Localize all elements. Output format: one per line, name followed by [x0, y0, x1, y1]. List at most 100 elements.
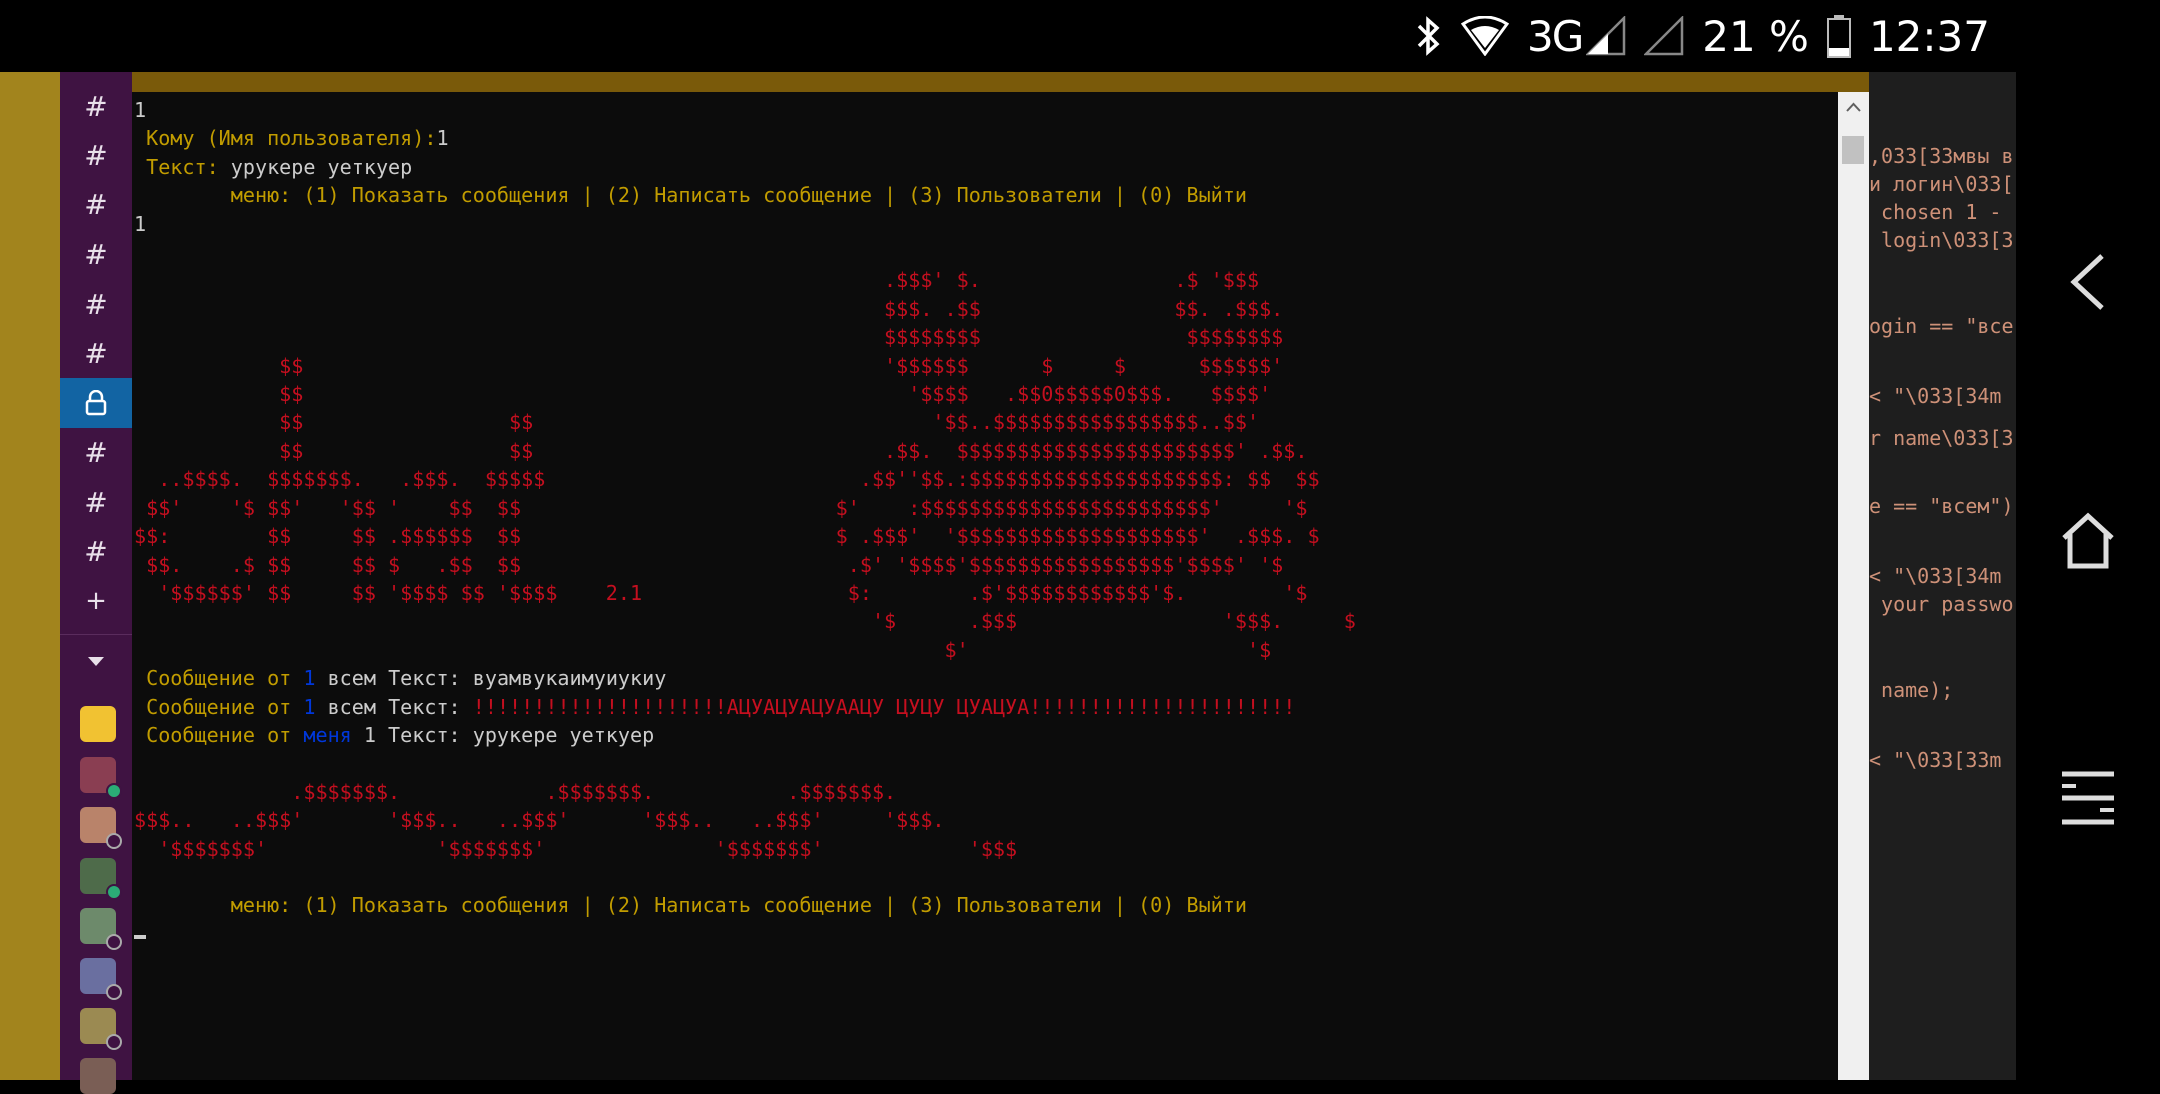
console-line: .$$$' $. .$ '$$$	[134, 266, 1834, 294]
battery-icon	[1826, 14, 1851, 58]
channel-hash-icon: #	[84, 486, 108, 519]
slack-sidebar: # # # # # # # # # +	[60, 72, 132, 1094]
console-text-segment: $$ $$ .$$. $$$$$$$$$$$$$$$$$$$$$$$' .$$.	[134, 438, 1308, 463]
channel-hash-icon: #	[84, 288, 108, 321]
channel-item[interactable]: #	[60, 282, 132, 328]
code-line: ogin == "все	[1869, 314, 2014, 338]
console-line: 1	[134, 96, 1834, 124]
scroll-up-arrow-icon[interactable]	[1838, 96, 1869, 120]
channel-hash-icon: #	[84, 337, 108, 370]
user-avatar[interactable]	[80, 1058, 116, 1094]
status-bar-icons: 3G 21 % 12:37	[1415, 0, 1990, 72]
console-line: $$ $$ '$$..$$$$$$$$$$$$$$$$$..$$'	[134, 408, 1834, 436]
console-line: $' '$	[134, 636, 1834, 664]
channel-item[interactable]: #	[60, 529, 132, 575]
console-line: Кому (Имя пользователя):1	[134, 124, 1834, 152]
channel-hash-icon: #	[84, 139, 108, 172]
console-line: $$ '$$$$ .$$0$$$$$0$$$. $$$$'	[134, 380, 1834, 408]
console-text-segment: $$. .$ $$ $$ $ .$$ $$ .$' '$$$$'$$$$$$$$…	[134, 552, 1284, 577]
console-text-segment: !!!!!!!!!!!!!!!!!!!!!АЦУАЦУАЦУААЦУ ЦУЦУ …	[472, 694, 1296, 719]
dm-section-toggle[interactable]	[60, 652, 132, 682]
code-line: name);	[1869, 678, 1954, 702]
code-line: < "\033[33m	[1869, 748, 2002, 772]
add-channel-button[interactable]: +	[60, 578, 132, 624]
console-line: '$$$$$$$' '$$$$$$$' '$$$$$$$' '$$$	[134, 835, 1834, 863]
code-line: ,033[33мвы в	[1869, 144, 2014, 168]
user-avatar[interactable]	[80, 958, 122, 1000]
console-scrollbar[interactable]	[1838, 92, 1869, 1080]
channel-item[interactable]: #	[60, 331, 132, 377]
channel-item[interactable]: #	[60, 182, 132, 228]
console-line: .$$$$$$$. .$$$$$$$. .$$$$$$$.	[134, 778, 1834, 806]
channel-hash-icon: #	[84, 436, 108, 469]
console-text-segment: Сообщение от	[134, 694, 304, 719]
wifi-icon	[1460, 16, 1509, 56]
user-avatar[interactable]	[80, 807, 122, 849]
recent-apps-icon[interactable]	[2056, 766, 2120, 830]
console-text-segment: 1	[134, 211, 147, 236]
home-icon[interactable]	[2056, 508, 2120, 572]
signal-strength-2-icon	[1644, 16, 1684, 56]
console-line: $$$. .$$ $$. .$$$.	[134, 295, 1834, 323]
console-output[interactable]: 1 Кому (Имя пользователя):1 Текст: уруке…	[134, 96, 1834, 1080]
console-text-segment: всем Текст: вуамвукаимуиукиу	[315, 666, 667, 691]
console-line: Сообщение от 1 всем Текст: !!!!!!!!!!!!!…	[134, 693, 1834, 721]
console-line: $$$$$$$$ $$$$$$$$	[134, 323, 1834, 351]
console-text-segment: меню: (1) Показать сообщения | (2) Напис…	[134, 183, 1247, 208]
console-text-segment: '$ .$$$ '$$$. $	[134, 609, 1356, 634]
console-scroll-thumb[interactable]	[1842, 136, 1864, 164]
console-line: $$ $$ .$$. $$$$$$$$$$$$$$$$$$$$$$$' .$$.	[134, 437, 1834, 465]
console-text-segment: Кому (Имя пользователя):	[134, 126, 437, 151]
channel-item[interactable]: #	[60, 133, 132, 179]
network-type-label: 3G	[1526, 11, 1584, 61]
console-line: меню: (1) Показать сообщения | (2) Напис…	[134, 891, 1834, 919]
console-line: $$: $$ $$ .$$$$$$ $$ $ .$$$' '$$$$$$$$$$…	[134, 522, 1834, 550]
user-avatar[interactable]	[80, 908, 122, 950]
console-text-segment: $$$$$$$$ $$$$$$$$	[134, 325, 1284, 350]
user-avatar[interactable]	[80, 1008, 122, 1050]
code-line: e == "всем")	[1869, 494, 2014, 518]
channel-item[interactable]: #	[60, 430, 132, 476]
console-line: 1	[134, 210, 1834, 238]
code-line: < "\033[34m	[1869, 384, 2002, 408]
console-text-segment: урукере уеткуер	[230, 154, 413, 179]
console-text-segment: ..$$$$. $$$$$$$. .$$$. $$$$$ .$$''$$.:$$…	[134, 467, 1320, 492]
user-avatar[interactable]	[80, 757, 122, 799]
console-text-segment: меню: (1) Показать сообщения | (2) Напис…	[134, 893, 1247, 918]
channel-item[interactable]: #	[60, 84, 132, 130]
console-text-segment: $$' '$ $$' '$$ ' $$ $$ $' :$$$$$$$$$$$$$…	[134, 495, 1308, 520]
console-text-segment: 1	[303, 666, 316, 691]
console-text-segment: $$$.. ..$$$' '$$$.. ..$$$' '$$$.. ..$$$'…	[134, 808, 945, 833]
console-window[interactable]: 1 Кому (Имя пользователя):1 Текст: уруке…	[132, 72, 1869, 1080]
code-line: your passwo	[1869, 592, 2014, 616]
console-line: '$ .$$$ '$$$. $	[134, 607, 1834, 635]
console-text-segment: 1	[436, 126, 449, 151]
console-line: '$$$$$$' $$ $$ '$$$$ $$ '$$$$ 2.1 $: .$'…	[134, 579, 1834, 607]
channel-item-private-active[interactable]	[60, 378, 132, 428]
console-text-segment: $$ '$$$$$$ $ $ $$$$$$'	[134, 353, 1284, 378]
code-line: login\033[3	[1869, 228, 2014, 252]
app-avatar[interactable]	[80, 706, 116, 742]
channel-item[interactable]: #	[60, 480, 132, 526]
code-line: r name\033[3	[1869, 426, 2014, 450]
console-line: ..$$$$. $$$$$$$. .$$$. $$$$$ .$$''$$.:$$…	[134, 465, 1834, 493]
console-text-segment: '$$$$$$$' '$$$$$$$' '$$$$$$$' '$$$	[134, 836, 1018, 861]
console-text-segment: .$$$' $. .$ '$$$	[134, 268, 1260, 293]
code-editor[interactable]: ,033[33мвы в и логин\033[ chosen 1 - logi…	[1869, 72, 2016, 1080]
console-cursor	[134, 934, 146, 939]
user-avatar[interactable]	[80, 858, 122, 900]
console-line: $$ '$$$$$$ $ $ $$$$$$'	[134, 352, 1834, 380]
back-icon[interactable]	[2056, 250, 2120, 314]
console-text-segment: $' '$	[134, 637, 1272, 662]
console-title-bar[interactable]	[132, 72, 1869, 92]
lock-icon	[85, 389, 107, 416]
console-text-segment: $$ '$$$$ .$$0$$$$$0$$$. $$$$'	[134, 382, 1272, 407]
console-text-segment: меня	[303, 722, 352, 747]
console-text-segment: .$$$$$$$. .$$$$$$$. .$$$$$$$.	[134, 779, 897, 804]
channel-item[interactable]: #	[60, 232, 132, 278]
code-line: chosen 1 -	[1869, 200, 2002, 224]
console-text-segment: всем Текст:	[315, 694, 473, 719]
console-text-segment: $$ $$ '$$..$$$$$$$$$$$$$$$$$..$$'	[134, 410, 1260, 435]
